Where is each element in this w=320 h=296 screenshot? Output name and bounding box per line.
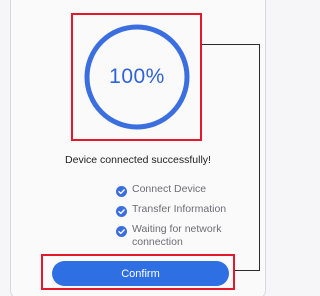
step-item-connect-device: Connect Device bbox=[116, 183, 256, 197]
check-circle-icon bbox=[116, 224, 127, 237]
step-label: Transfer Information bbox=[132, 203, 227, 215]
step-item-waiting-network: Waiting for network connection bbox=[116, 223, 256, 249]
step-label: Waiting for network connection bbox=[132, 223, 222, 248]
step-label: Connect Device bbox=[132, 183, 207, 195]
annotation-box-confirm bbox=[41, 254, 235, 290]
annotation-connector-top bbox=[202, 44, 260, 45]
step-list: Connect Device Transfer Information Wait… bbox=[116, 183, 256, 256]
annotation-box-progress bbox=[71, 13, 202, 141]
check-circle-icon bbox=[116, 184, 127, 197]
annotation-connector-bottom bbox=[235, 270, 260, 271]
status-message: Device connected successfully! bbox=[65, 154, 211, 166]
screen: 100% Device connected successfully! Conn… bbox=[0, 0, 271, 296]
check-circle-icon bbox=[116, 204, 127, 217]
step-item-transfer-information: Transfer Information bbox=[116, 203, 256, 217]
